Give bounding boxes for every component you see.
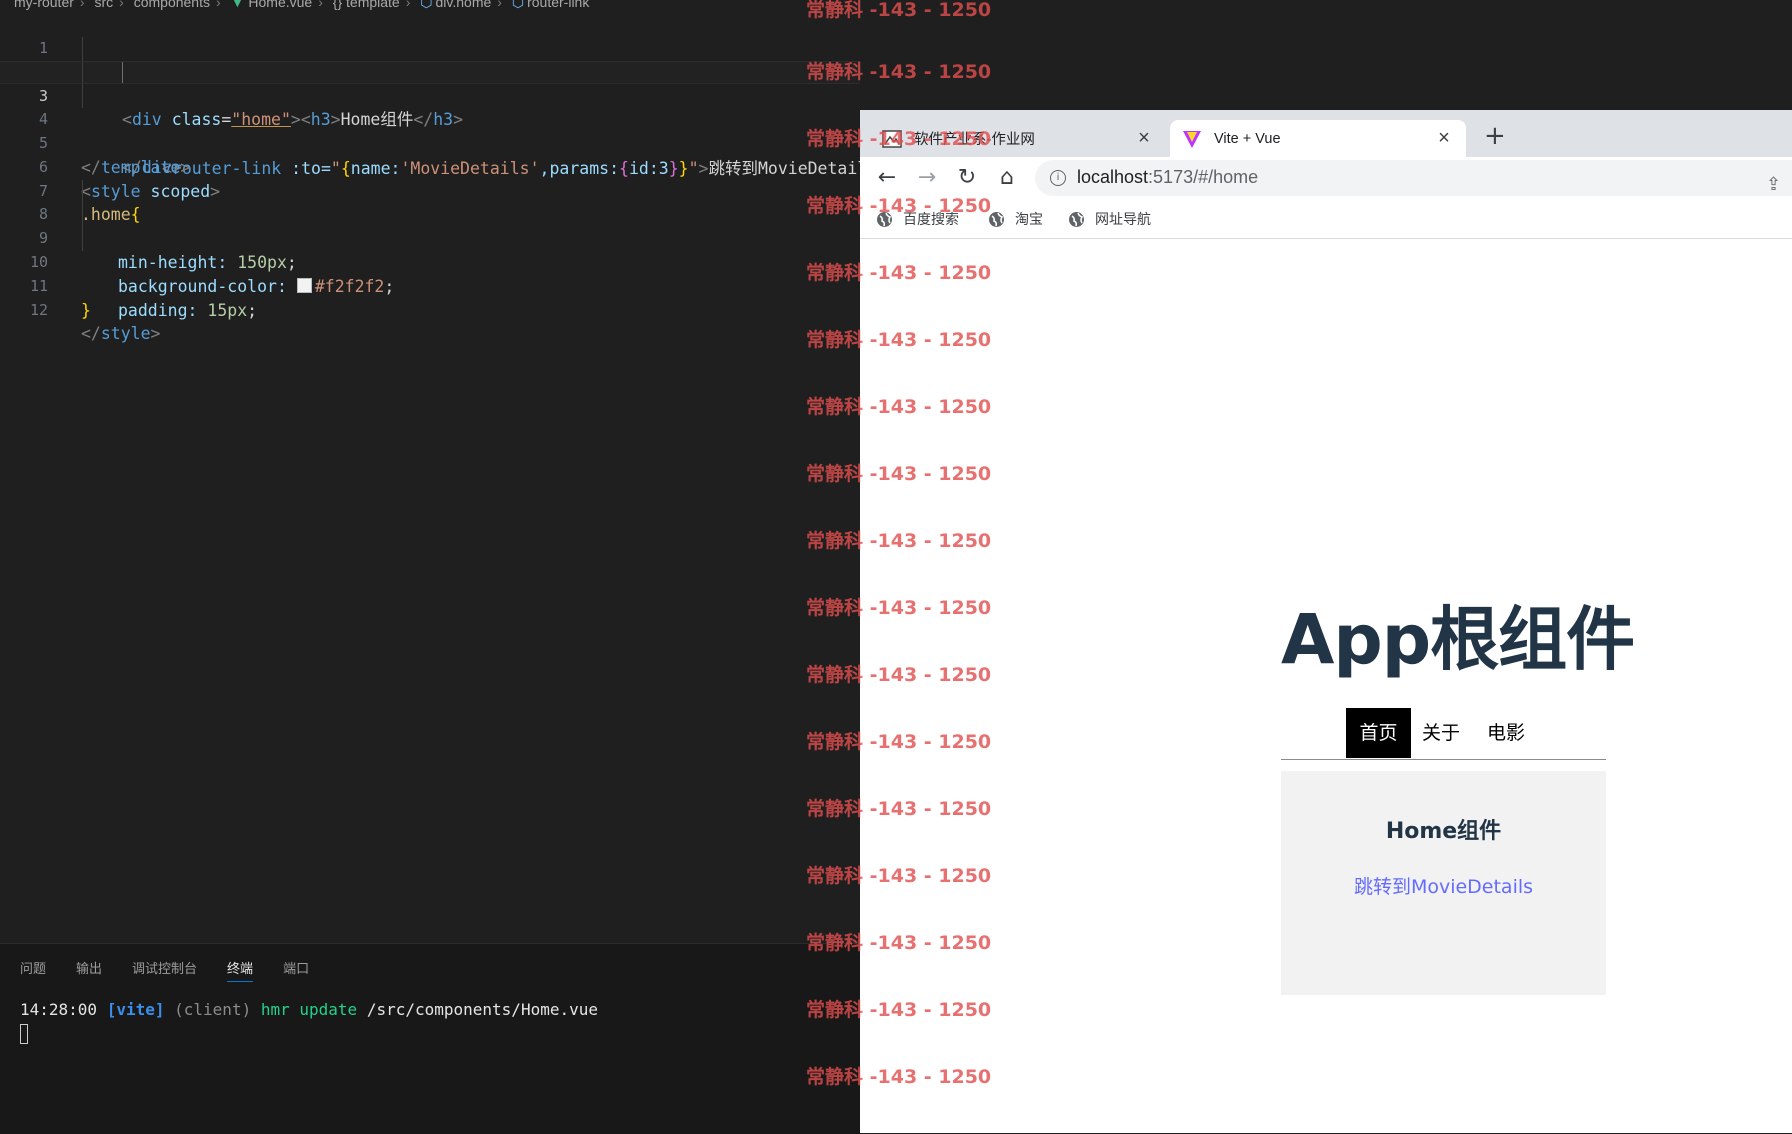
tab-debug-console[interactable]: 调试控制台 [132,958,197,982]
home-heading: Home组件 [1385,819,1502,844]
home-icon[interactable]: ⌂ [993,164,1021,192]
code-line[interactable]: 5 </template> [0,108,860,177]
code-editor[interactable]: my-router › src › components › ▼ Home.vue › {… [0,0,860,943]
code-line[interactable]: 8 min-height: 150px; [0,179,860,272]
code-line[interactable]: 4 </div> [0,84,860,177]
bookmark-item[interactable]: 淘宝 [988,209,1043,229]
browser-window: 软件产业系-作业网 × Vite + Vue × + ← → ↻ ⌂ i loc… [860,110,1792,1133]
globe-icon [989,211,1004,227]
breadcrumb: my-router › src › components › ▼ Home.vue › {… [14,0,589,12]
breadcrumb-item[interactable]: {} template [333,0,400,10]
url-rest: :5173/#/home [1148,167,1259,187]
close-icon[interactable]: × [1134,127,1154,150]
share-icon[interactable]: ⇪ [1766,174,1781,195]
globe-icon [1069,211,1084,227]
breadcrumb-item[interactable]: div.home [436,0,492,10]
breadcrumb-item[interactable]: src [94,0,113,10]
breadcrumb-item[interactable]: Home.vue [248,0,312,10]
bookmark-label: 网址导航 [1095,211,1151,227]
globe-icon [877,211,892,227]
image-favicon-icon [882,129,902,148]
tab-terminal[interactable]: 终端 [227,958,254,982]
nav-link-movie[interactable]: 电影 [1481,708,1531,758]
code-line[interactable]: 11 } [0,251,860,320]
breadcrumb-item[interactable]: router-link [527,0,589,10]
terminal-tag: [vite] [106,1000,165,1019]
new-tab-button[interactable]: + [1484,121,1506,151]
home-component: Home组件 跳转到MovieDetails [1281,771,1606,995]
bookmark-item[interactable]: 百度搜索 [876,209,959,229]
code-area[interactable]: 1 <template> 2 <div class="home"><h3>Hom… [0,13,860,344]
nav-link-about[interactable]: 关于 [1416,708,1466,758]
nav-link-home[interactable]: 首页 [1346,708,1411,758]
terminal-time: 14:28:00 [20,1000,98,1019]
bookmark-label: 百度搜索 [903,211,959,227]
browser-tab-active[interactable]: Vite + Vue × [1170,120,1466,157]
reload-icon[interactable]: ↻ [953,164,981,192]
forward-arrow-icon[interactable]: → [913,164,941,192]
terminal-message: hmr update [260,1000,358,1019]
back-arrow-icon[interactable]: ← [873,164,901,192]
tab-title: Vite + Vue [1214,130,1281,147]
breadcrumb-item[interactable]: components [134,0,210,10]
router-nav: 首页 关于 电影 [1281,708,1606,760]
url-host: localhost [1077,167,1149,187]
code-line[interactable]: 7 .home{ [0,156,860,225]
code-line-active[interactable]: 3 <router-link :to="{name:'MovieDetails'… [0,60,860,178]
code-line[interactable]: 2 <div class="home"><h3>Home组件</h3> [0,36,860,129]
bookmark-label: 淘宝 [1015,211,1043,227]
browser-toolbar: ← → ↻ ⌂ i localhost:5173/#/home [860,157,1792,201]
bookmarks-bar: 百度搜索 淘宝 网址导航 [860,201,1792,239]
cube-icon: ⬡ [511,0,525,10]
page-title: App根组件 [1281,600,1635,680]
bookmark-item[interactable]: 网址导航 [1068,209,1151,229]
url-text[interactable]: localhost:5173/#/home [1077,167,1258,188]
code-line[interactable]: 10 padding: 15px; [0,227,860,320]
tab-title: 软件产业系-作业网 [914,132,1035,148]
info-icon[interactable]: i [1050,170,1066,186]
address-bar[interactable]: i localhost:5173/#/home [1035,160,1792,196]
code-line[interactable]: 1 <template> [0,13,860,82]
terminal-path: /src/components/Home.vue [366,1000,598,1019]
breadcrumb-item[interactable]: my-router [14,0,74,10]
tab-problems[interactable]: 问题 [20,958,46,982]
code-line[interactable]: 12 </style> [0,275,860,344]
tab-ports[interactable]: 端口 [283,958,309,982]
vue-file-icon: ▼ [230,0,245,10]
bottom-panel: 问题 输出 调试控制台 终端 端口 14:28:00 [vite] (clien… [0,943,860,1134]
terminal-output[interactable]: 14:28:00 [vite] (client) hmr update /src… [20,1000,598,1019]
panel-tabs: 问题 输出 调试控制台 终端 端口 [20,958,339,982]
browser-tab[interactable]: 软件产业系-作业网 × [870,120,1166,157]
code-line[interactable]: 9 background-color: #f2f2f2; [0,203,860,296]
code-token: 15px [207,300,248,320]
code-line[interactable]: 6 <style scoped> [0,132,860,201]
page-viewport: App根组件 首页 关于 电影 Home组件 跳转到MovieDetails [860,239,1792,1133]
vite-logo-icon [1183,130,1201,148]
terminal-client: (client) [174,1000,252,1019]
tab-strip: 软件产业系-作业网 × Vite + Vue × + [860,110,1792,157]
movie-details-link[interactable]: 跳转到MovieDetails [1281,872,1606,899]
terminal-cursor [20,1024,28,1044]
tab-output[interactable]: 输出 [76,958,102,982]
code-token: style [100,324,151,344]
line-number: 12 [29,300,48,319]
close-icon[interactable]: × [1434,127,1454,150]
cube-icon: ⬡ [420,0,433,10]
code-token: padding: [118,300,198,320]
